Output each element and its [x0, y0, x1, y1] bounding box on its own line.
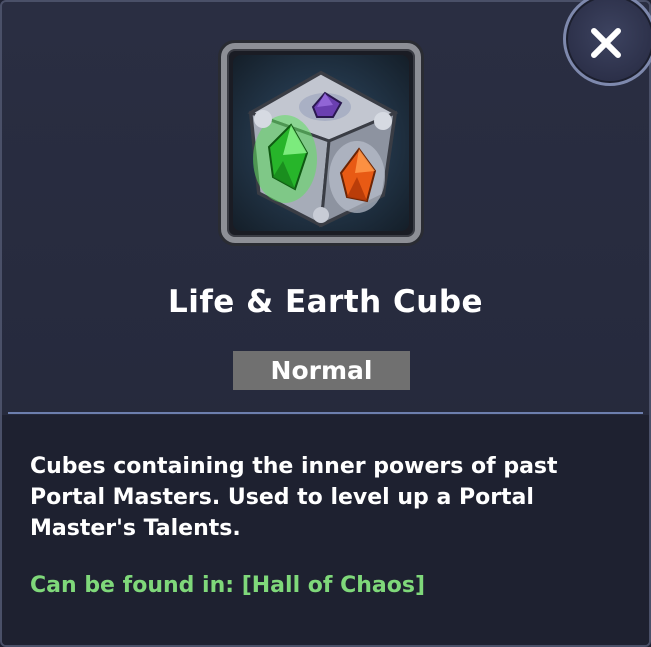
- rarity-badge: Normal: [233, 351, 410, 390]
- close-button[interactable]: [563, 0, 651, 86]
- close-icon: [591, 28, 621, 58]
- item-info-panel: Life & Earth Cube Normal Cubes containin…: [0, 0, 651, 647]
- life-earth-cube-icon: [233, 55, 409, 231]
- item-location: Can be found in: [Hall of Chaos]: [30, 573, 426, 598]
- section-divider: [8, 412, 643, 414]
- item-description: Cubes containing the inner powers of pas…: [30, 454, 558, 541]
- cube-illustration: [247, 70, 399, 228]
- item-name: Life & Earth Cube: [167, 284, 484, 320]
- item-icon-frame: [221, 43, 421, 243]
